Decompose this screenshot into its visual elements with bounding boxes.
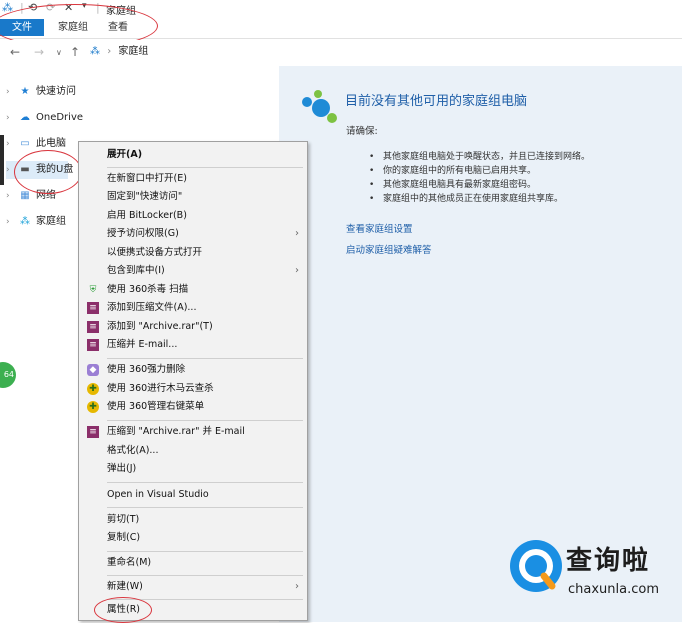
menu-item-compress-rar-email[interactable]: ≡ 压缩到 "Archive.rar" 并 E-mail [79,423,307,441]
homegroup-large-icon [302,90,337,123]
menu-item-pin-quick-access[interactable]: 固定到"快速访问" [79,188,307,206]
computer-icon: ▭ [20,138,30,149]
menu-item-enable-bitlocker[interactable]: 启用 BitLocker(B) [79,207,307,225]
list-item: 你的家庭组中的所有电脑已启用共享。 [369,164,590,178]
menu-item-rename[interactable]: 重命名(M) [79,554,307,572]
menu-item-add-to-archive[interactable]: ≡ 添加到压缩文件(A)... [79,299,307,317]
brand-logo-icon [510,540,562,592]
submenu-arrow-icon: › [295,581,299,592]
forward-arrow-icon[interactable]: → [34,45,44,59]
archive-icon: ≡ [87,302,99,314]
menu-item-copy[interactable]: 复制(C) [79,529,307,547]
menu-item-360-force-delete[interactable]: ◆ 使用 360强力删除 [79,361,307,379]
annotation-oval-usb [14,150,82,194]
sidebar-item-onedrive[interactable]: › ☁ OneDrive [6,109,83,127]
trojan-scan-icon: ✚ [87,383,99,395]
shield-icon: ⛨ [89,285,97,295]
sidebar-item-homegroup[interactable]: › ⁂ 家庭组 [6,213,66,231]
list-item: 家庭组中的其他成员正在使用家庭组共享库。 [369,192,590,206]
expand-chevron-icon[interactable]: › [6,109,18,127]
recent-locations-icon[interactable]: ∨ [56,48,62,57]
menu-separator [107,358,303,359]
menu-item-cut[interactable]: 剪切(T) [79,511,307,529]
menu-item-include-library[interactable]: 包含到库中(I) › [79,262,307,280]
archive-icon: ≡ [87,426,99,438]
cloud-icon: ☁ [20,112,30,123]
menu-item-expand[interactable]: 展开(A) [79,146,307,164]
expand-chevron-icon[interactable]: › [6,83,18,101]
back-arrow-icon[interactable]: ← [10,45,20,59]
menu-separator [107,420,303,421]
menu-item-format[interactable]: 格式化(A)... [79,442,307,460]
expand-chevron-icon[interactable]: › [6,213,18,231]
edge-handle [0,135,4,185]
menu-item-open-new-window[interactable]: 在新窗口中打开(E) [79,170,307,188]
context-menu: 展开(A) 在新窗口中打开(E) 固定到"快速访问" 启用 BitLocker(… [78,141,308,621]
menu-item-360-scan[interactable]: ⛨ 使用 360杀毒 扫描 [79,281,307,299]
menu-item-open-portable[interactable]: 以便携式设备方式打开 [79,244,307,262]
expand-chevron-icon[interactable]: › [6,187,18,205]
archive-icon: ≡ [87,321,99,333]
archive-icon: ≡ [87,339,99,351]
sidebar-item-quick-access[interactable]: › ★ 快速访问 [6,83,76,101]
list-item: 其他家庭组电脑处于唤醒状态，并且已连接到网络。 [369,150,590,164]
annotation-oval-properties [94,597,152,623]
list-item: 其他家庭组电脑具有最新家庭组密码。 [369,178,590,192]
menu-item-new[interactable]: 新建(W) › [79,578,307,596]
brand-watermark: 查询啦 chaxunla.com [508,536,680,616]
homegroup-title: 目前没有其他可用的家庭组电脑 [345,94,528,109]
menu-separator [107,482,303,483]
menu-item-360-menu-manage[interactable]: ✚ 使用 360管理右键菜单 [79,398,307,416]
expand-chevron-icon[interactable]: › [6,135,18,153]
submenu-arrow-icon: › [295,228,299,239]
up-arrow-icon[interactable]: ↑ [70,45,80,59]
submenu-arrow-icon: › [295,265,299,276]
menu-manage-icon: ✚ [87,401,99,413]
menu-item-compress-email[interactable]: ≡ 压缩并 E-mail... [79,336,307,354]
view-homegroup-settings-link[interactable]: 查看家庭组设置 [346,221,413,235]
menu-separator [107,551,303,552]
brand-name: 查询啦 [566,546,651,576]
delete-icon: ◆ [87,364,99,376]
homegroup-icon: ⁂ [20,216,30,227]
homegroup-troubleshooter-link[interactable]: 启动家庭组疑难解答 [346,242,432,256]
menu-item-eject[interactable]: 弹出(J) [79,460,307,478]
menu-item-add-to-archive-rar[interactable]: ≡ 添加到 "Archive.rar"(T) [79,318,307,336]
star-icon: ★ [20,86,30,97]
breadcrumb-homegroup[interactable]: 家庭组 [118,46,148,57]
homegroup-subtitle: 请确保: [346,126,378,137]
address-path-field[interactable]: ⁂ › 家庭组 [90,43,148,60]
menu-separator [107,575,303,576]
homegroup-icon: ⁂ [90,46,100,57]
menu-separator [107,507,303,508]
breadcrumb-chevron-icon[interactable]: › [107,46,111,57]
menu-item-open-visual-studio[interactable]: Open in Visual Studio [79,486,307,504]
homegroup-checklist: 其他家庭组电脑处于唤醒状态，并且已连接到网络。 你的家庭组中的所有电脑已启用共享… [369,150,590,206]
menu-item-give-access[interactable]: 授予访问权限(G) › [79,225,307,243]
menu-separator [107,167,303,168]
brand-url: chaxunla.com [568,582,659,597]
menu-item-360-trojan-scan[interactable]: ✚ 使用 360进行木马云查杀 [79,380,307,398]
address-bar: ← → ∨ ↑ ⁂ › 家庭组 [0,40,682,64]
